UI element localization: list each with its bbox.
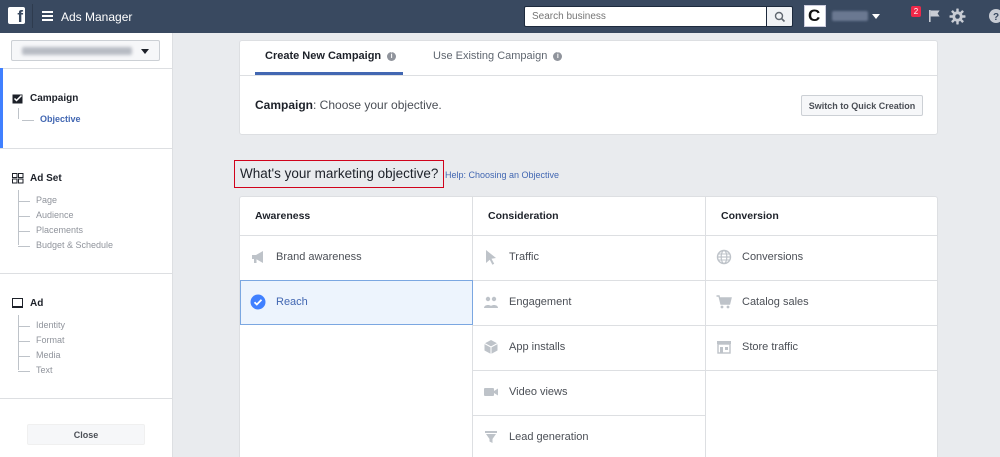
objective-label: Traffic <box>509 251 539 263</box>
campaign-card: Create New Campaign i Use Existing Campai… <box>239 40 938 135</box>
objective-label: Conversions <box>742 251 804 263</box>
funnel-icon <box>485 431 497 443</box>
campaign-label: Campaign <box>255 98 314 112</box>
info-icon[interactable]: i <box>387 52 397 61</box>
search-button[interactable] <box>767 6 793 27</box>
tab-create-new-campaign[interactable]: Create New Campaign i <box>255 41 403 75</box>
sidebar-divider <box>0 148 172 149</box>
store-icon <box>717 341 731 354</box>
sidebar-section-ad[interactable]: Ad <box>12 298 43 309</box>
search-box[interactable] <box>524 6 767 27</box>
objective-lead-generation[interactable]: Lead generation <box>473 415 705 457</box>
help-link[interactable]: Help: Choosing an Objective <box>445 170 559 180</box>
account-avatar[interactable]: C <box>804 5 826 27</box>
gear-icon[interactable] <box>949 8 966 25</box>
objective-label: App installs <box>509 341 566 353</box>
sidebar-item-placements[interactable]: Placements <box>18 225 83 235</box>
objective-conversions[interactable]: Conversions <box>706 235 937 280</box>
tab-divider <box>240 75 937 76</box>
column-header-awareness: Awareness <box>255 210 311 222</box>
objective-heading: What's your marketing objective? <box>234 160 445 188</box>
sidebar-item-text[interactable]: Text <box>18 365 53 375</box>
info-icon[interactable]: i <box>553 52 563 61</box>
objective-app-installs[interactable]: App installs <box>473 325 705 370</box>
account-name-blurred[interactable] <box>832 11 868 21</box>
active-section-indicator <box>0 68 3 148</box>
objective-store-traffic[interactable]: Store traffic <box>706 325 937 370</box>
flag-icon[interactable] <box>928 9 941 23</box>
help-icon[interactable]: ? <box>988 8 1000 24</box>
sidebar-item-budget-schedule[interactable]: Budget & Schedule <box>18 240 113 250</box>
objective-label: Store traffic <box>742 341 799 353</box>
sidebar-divider <box>0 273 172 274</box>
objective-label: Engagement <box>509 296 572 308</box>
objective-engagement[interactable]: Engagement <box>473 280 705 325</box>
campaign-instruction: Campaign: Choose your objective. <box>255 98 442 112</box>
sidebar-section-label: Campaign <box>30 93 79 104</box>
hamburger-menu-icon[interactable] <box>42 11 53 21</box>
column-header-consideration: Consideration <box>488 210 559 222</box>
objective-catalog-sales[interactable]: Catalog sales <box>706 280 937 325</box>
video-camera-icon <box>484 388 498 396</box>
sidebar-section-ad-set[interactable]: Ad Set <box>12 173 62 184</box>
tab-use-existing-campaign[interactable]: Use Existing Campaign i <box>433 41 563 75</box>
switch-to-quick-creation-button[interactable]: Switch to Quick Creation <box>801 95 923 116</box>
campaign-instruction-text: : Choose your objective. <box>313 98 442 112</box>
cursor-icon <box>486 250 496 265</box>
people-icon <box>484 296 498 308</box>
row-divider <box>706 370 937 371</box>
sidebar-item-media[interactable]: Media <box>18 350 61 360</box>
sidebar-item-page[interactable]: Page <box>18 195 57 205</box>
sidebar-item-objective[interactable]: Objective <box>22 114 81 124</box>
ad-account-select[interactable] <box>11 40 160 61</box>
globe-icon <box>716 249 732 265</box>
sidebar-item-format[interactable]: Format <box>18 335 65 345</box>
checkbox-icon <box>12 94 23 104</box>
sidebar-section-campaign[interactable]: Campaign <box>12 93 78 104</box>
sidebar-section-label: Ad Set <box>30 173 62 184</box>
checkmark-icon <box>250 294 266 310</box>
cart-icon <box>716 295 732 309</box>
notification-badge[interactable]: 2 <box>911 6 921 17</box>
sidebar-divider <box>0 68 172 69</box>
topbar-divider <box>32 4 33 28</box>
ad-account-name-blurred <box>22 47 132 55</box>
tab-label: Create New Campaign <box>265 50 382 62</box>
sidebar-section-label: Ad <box>30 298 44 309</box>
objective-traffic[interactable]: Traffic <box>473 235 705 280</box>
box-icon <box>484 340 498 354</box>
objective-video-views[interactable]: Video views <box>473 370 705 415</box>
objective-label: Video views <box>509 386 568 398</box>
top-bar: f Ads Manager C 2 ? <box>0 0 1000 33</box>
sidebar: Campaign Objective Ad Set Page Audience … <box>0 33 173 457</box>
search-input[interactable] <box>525 7 766 26</box>
megaphone-icon <box>252 251 263 263</box>
objective-grid: Awareness Consideration Conversion Brand… <box>239 196 938 457</box>
objective-brand-awareness[interactable]: Brand awareness <box>240 235 472 280</box>
ad-frame-icon <box>12 298 23 308</box>
tab-label: Use Existing Campaign <box>433 50 548 62</box>
objective-label: Reach <box>276 296 308 308</box>
objective-label: Brand awareness <box>276 251 362 263</box>
search-icon <box>774 11 786 23</box>
objective-label: Lead generation <box>509 431 589 443</box>
svg-text:?: ? <box>993 12 999 23</box>
close-button[interactable]: Close <box>27 424 145 445</box>
objective-reach[interactable]: Reach <box>240 280 473 325</box>
chevron-down-icon <box>141 49 149 54</box>
tree-line <box>18 108 19 119</box>
sidebar-item-identity[interactable]: Identity <box>18 320 65 330</box>
objective-label: Catalog sales <box>742 296 809 308</box>
grid-icon <box>12 173 24 184</box>
facebook-logo-icon[interactable]: f <box>8 7 25 24</box>
sidebar-item-audience[interactable]: Audience <box>18 210 74 220</box>
sidebar-divider <box>0 398 172 399</box>
app-title: Ads Manager <box>61 10 133 24</box>
chevron-down-icon[interactable] <box>872 14 880 19</box>
column-header-conversion: Conversion <box>721 210 779 222</box>
